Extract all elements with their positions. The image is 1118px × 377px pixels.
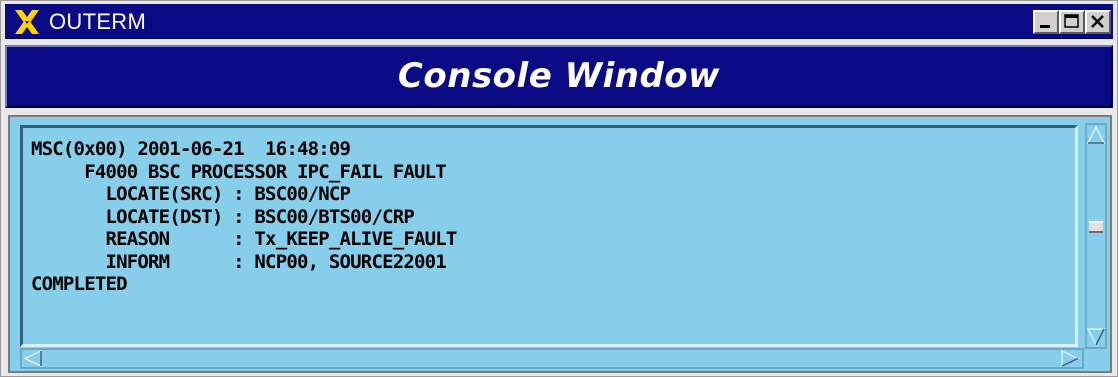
console-line: LOCATE(DST) : BSC00/BTS00/CRP <box>31 205 415 228</box>
scroll-left-arrow-icon[interactable] <box>23 350 43 367</box>
outerm-window: OUTERM Console Window MSC(0x00) 2001-06-… <box>0 0 1118 377</box>
window-title: OUTERM <box>49 9 147 34</box>
console-text: MSC(0x00) 2001-06-21 16:48:09 F4000 BSC … <box>31 138 457 296</box>
horizontal-scrollbar[interactable] <box>20 348 1084 369</box>
title-bar[interactable]: OUTERM <box>5 4 1113 39</box>
console-line: LOCATE(SRC) : BSC00/NCP <box>31 183 351 205</box>
minimize-icon <box>1040 25 1050 28</box>
console-line: COMPLETED <box>31 273 128 295</box>
close-button[interactable] <box>1085 10 1111 34</box>
console-title: Console Window <box>397 56 721 96</box>
vertical-scroll-thumb[interactable] <box>1089 221 1103 233</box>
scroll-down-arrow-icon[interactable] <box>1087 327 1105 347</box>
console-header: Console Window <box>5 45 1113 108</box>
scroll-right-arrow-icon[interactable] <box>1060 350 1080 367</box>
vertical-scrollbar[interactable] <box>1085 123 1107 349</box>
maximize-button[interactable] <box>1059 10 1085 34</box>
console-line: INFORM : NCP00, SOURCE22001 <box>31 250 446 273</box>
console-panel: MSC(0x00) 2001-06-21 16:48:09 F4000 BSC … <box>8 115 1112 373</box>
console-output[interactable]: MSC(0x00) 2001-06-21 16:48:09 F4000 BSC … <box>20 125 1078 347</box>
console-line: REASON : Tx_KEEP_ALIVE_FAULT <box>31 228 457 250</box>
console-line: MSC(0x00) 2001-06-21 16:48:09 <box>31 138 351 160</box>
minimize-button[interactable] <box>1033 10 1059 34</box>
maximize-icon <box>1064 14 1079 28</box>
x-logo-icon <box>13 9 41 35</box>
console-line: F4000 BSC PROCESSOR IPC_FAIL FAULT <box>31 160 447 183</box>
scroll-up-arrow-icon[interactable] <box>1087 125 1105 145</box>
close-icon <box>1091 15 1104 28</box>
